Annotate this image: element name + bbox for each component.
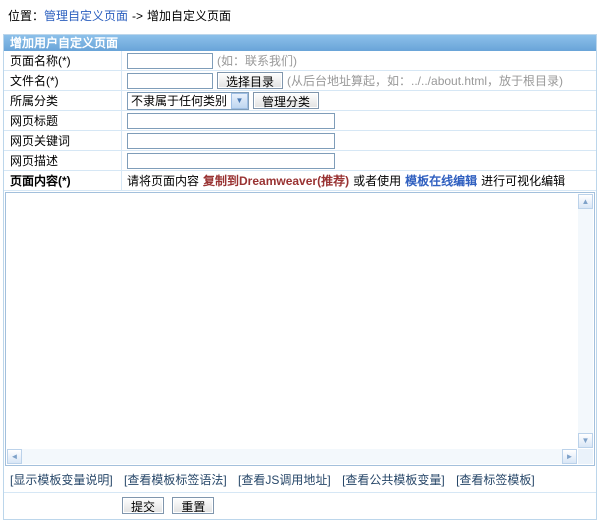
view-template-tag-syntax-link[interactable]: [查看模板标签语法] — [124, 473, 227, 487]
vertical-scrollbar[interactable]: ▲ ▼ — [578, 194, 593, 448]
category-selected-value: 不隶属于任何类别 — [131, 92, 227, 109]
description-label: 网页描述 — [4, 151, 122, 170]
add-custom-page-panel: 增加用户自定义页面 页面名称(*) (如：联系我们) 文件名(*) 选择目录 (… — [3, 34, 597, 520]
page-content-textarea[interactable] — [7, 194, 577, 448]
view-js-call-url-link[interactable]: [查看JS调用地址] — [238, 473, 331, 487]
file-name-label: 文件名(*) — [4, 71, 122, 90]
horizontal-scrollbar[interactable]: ◄ ► — [7, 449, 577, 464]
breadcrumb-current: 增加自定义页面 — [147, 9, 231, 23]
content-hint-post: 进行可视化编辑 — [481, 172, 565, 189]
row-page-content: 页面内容(*) 请将页面内容复制到Dreamweaver(推荐)或者使用模板在线… — [4, 171, 596, 191]
keywords-label: 网页关键词 — [4, 131, 122, 150]
content-hint-pre: 请将页面内容 — [127, 172, 199, 189]
online-template-edit-link[interactable]: 模板在线编辑 — [405, 172, 477, 189]
file-name-hint: (从后台地址算起，如：../../about.html，放于根目录) — [287, 72, 563, 89]
row-file-name: 文件名(*) 选择目录 (从后台地址算起，如：../../about.html，… — [4, 71, 596, 91]
page-name-label: 页面名称(*) — [4, 51, 122, 70]
row-page-name: 页面名称(*) (如：联系我们) — [4, 51, 596, 71]
content-hint-emphasis: 复制到Dreamweaver(推荐) — [203, 172, 349, 189]
row-category: 所属分类 不隶属于任何类别 ▼ 管理分类 — [4, 91, 596, 111]
description-input[interactable] — [127, 153, 335, 169]
breadcrumb: 位置：管理自定义页面 -> 增加自定义页面 — [0, 0, 600, 23]
form-actions: 提交 重置 — [4, 493, 596, 519]
file-name-input[interactable] — [127, 73, 213, 89]
scroll-right-icon[interactable]: ► — [562, 449, 577, 464]
category-select[interactable]: 不隶属于任何类别 ▼ — [127, 92, 249, 110]
reset-button[interactable]: 重置 — [172, 497, 214, 514]
breadcrumb-link-manage-custom-pages[interactable]: 管理自定义页面 — [44, 9, 128, 23]
scroll-up-icon[interactable]: ▲ — [578, 194, 593, 209]
page-name-hint: (如：联系我们) — [217, 52, 297, 69]
scrollbar-corner — [578, 449, 593, 464]
show-template-vars-link[interactable]: [显示模板变量说明] — [10, 473, 113, 487]
breadcrumb-separator: -> — [132, 9, 143, 23]
keywords-input[interactable] — [127, 133, 335, 149]
page-title-label: 网页标题 — [4, 111, 122, 130]
row-description: 网页描述 — [4, 151, 596, 171]
chevron-down-icon: ▼ — [231, 93, 248, 109]
page-content-label: 页面内容(*) — [4, 171, 122, 190]
breadcrumb-prefix: 位置： — [8, 9, 44, 23]
content-hint-mid: 或者使用 — [353, 172, 401, 189]
page-content-editor-wrap: ▲ ▼ ◄ ► — [5, 192, 595, 466]
template-helper-links: [显示模板变量说明] [查看模板标签语法] [查看JS调用地址] [查看公共模板… — [4, 467, 596, 493]
scroll-left-icon[interactable]: ◄ — [7, 449, 22, 464]
row-keywords: 网页关键词 — [4, 131, 596, 151]
choose-directory-button[interactable]: 选择目录 — [217, 72, 283, 89]
manage-category-button[interactable]: 管理分类 — [253, 92, 319, 109]
page-title-input[interactable] — [127, 113, 335, 129]
view-tag-template-link[interactable]: [查看标签模板] — [456, 473, 535, 487]
page-name-input[interactable] — [127, 53, 213, 69]
view-public-template-vars-link[interactable]: [查看公共模板变量] — [342, 473, 445, 487]
submit-button[interactable]: 提交 — [122, 497, 164, 514]
scroll-down-icon[interactable]: ▼ — [578, 433, 593, 448]
category-label: 所属分类 — [4, 91, 122, 110]
panel-title: 增加用户自定义页面 — [4, 35, 596, 51]
row-page-title: 网页标题 — [4, 111, 596, 131]
